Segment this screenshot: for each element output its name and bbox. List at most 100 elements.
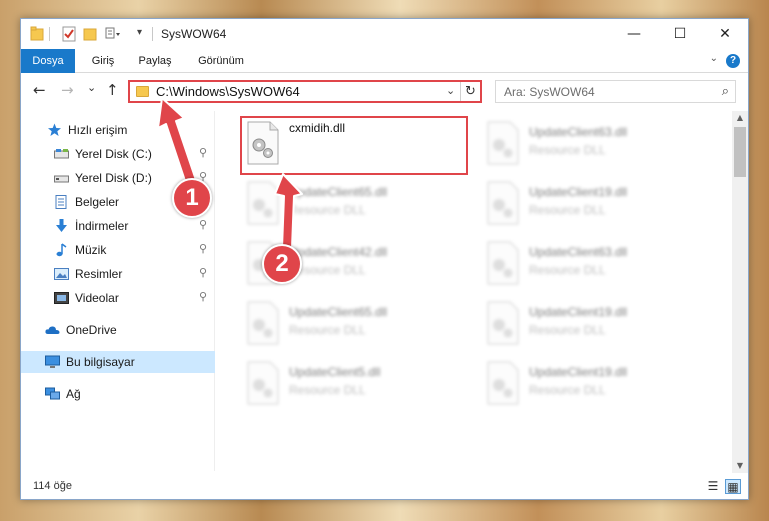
sidebar-item-downloads[interactable]: İndirmeler ⚲: [21, 215, 215, 237]
scrollbar-thumb[interactable]: [734, 127, 746, 177]
expand-ribbon-icon[interactable]: ⌄: [710, 53, 718, 64]
dll-file-icon: [487, 241, 519, 285]
file-name: UpdateClient63.dll: [529, 245, 628, 259]
refresh-button[interactable]: ↻: [460, 82, 480, 101]
documents-icon: [55, 195, 67, 209]
quick-access-dropdown-icon[interactable]: ▾: [137, 27, 142, 38]
pin-icon: ⚲: [199, 290, 208, 303]
maximize-button[interactable]: ☐: [657, 19, 703, 49]
ribbon-tabs: Dosya Giriş Paylaş Görünüm ⌄ ?: [21, 49, 748, 73]
dll-file-icon: [487, 181, 519, 225]
pin-icon: ⚲: [199, 146, 208, 159]
pin-icon: ⚲: [199, 242, 208, 255]
dll-file-icon: [487, 121, 519, 165]
music-icon: [56, 243, 67, 257]
file-tile[interactable]: UpdateClient63.dll Resource DLL: [481, 117, 706, 175]
file-name: UpdateClient19.dll: [529, 305, 628, 319]
sidebar-item-label: İndirmeler: [75, 219, 129, 233]
quick-access-divider: [49, 27, 50, 41]
item-count: 114 öğe: [33, 480, 72, 492]
folder-icon: [136, 86, 149, 97]
customize-quick-access-icon[interactable]: [105, 26, 121, 42]
sidebar-item-label: Ağ: [66, 387, 81, 401]
dll-file-icon: [247, 361, 279, 405]
video-icon: [54, 292, 69, 304]
dll-file-icon: [247, 181, 279, 225]
file-highlight-box: [240, 116, 468, 175]
file-name: UpdateClient42.dll: [289, 245, 388, 259]
scroll-up-icon[interactable]: ▲: [732, 111, 748, 125]
file-type: Resource DLL: [529, 323, 606, 337]
properties-icon[interactable]: [62, 26, 76, 42]
back-button[interactable]: ←: [33, 82, 46, 98]
sidebar-item-label: Müzik: [75, 243, 107, 257]
file-type: Resource DLL: [529, 143, 606, 157]
file-name: UpdateClient19.dll: [529, 185, 628, 199]
scroll-down-icon[interactable]: ▼: [732, 459, 748, 473]
forward-button[interactable]: →: [61, 82, 74, 98]
sidebar-item-videos[interactable]: Videolar ⚲: [21, 287, 215, 309]
file-type: Resource DLL: [529, 383, 606, 397]
file-tile[interactable]: UpdateClient65.dll Resource DLL: [241, 177, 466, 235]
address-path[interactable]: C:\Windows\SysWOW64: [156, 84, 300, 99]
tab-share[interactable]: Paylaş: [133, 49, 177, 73]
file-name: UpdateClient5.dll: [289, 365, 381, 379]
recent-locations-button[interactable]: ⌄: [87, 80, 96, 96]
pin-icon: ⚲: [199, 266, 208, 279]
tab-file[interactable]: Dosya: [21, 49, 75, 73]
minimize-button[interactable]: —: [611, 19, 657, 49]
dll-file-icon: [487, 301, 519, 345]
sidebar-item-label: Yerel Disk (C:): [75, 147, 152, 161]
pictures-icon: [54, 268, 69, 280]
new-folder-icon[interactable]: [83, 26, 97, 42]
sidebar-item-music[interactable]: Müzik ⚲: [21, 239, 215, 261]
file-type: Resource DLL: [289, 383, 366, 397]
file-type: Resource DLL: [289, 323, 366, 337]
status-bar: 114 öğe ☰ ▦: [21, 475, 748, 499]
file-tile[interactable]: UpdateClient19.dll Resource DLL: [481, 297, 706, 355]
sidebar-item-label: Resimler: [75, 267, 123, 281]
navigation-pane: Hızlı erişim Yerel Disk (C:) ⚲ Yerel Dis…: [21, 111, 215, 471]
sidebar-item-onedrive[interactable]: OneDrive: [21, 319, 215, 341]
large-icons-view-icon[interactable]: ▦: [725, 479, 741, 494]
file-explorer-window: ▾ SysWOW64 — ☐ ✕ Dosya Giriş Paylaş Görü…: [20, 18, 749, 500]
file-tile[interactable]: UpdateClient19.dll Resource DLL: [481, 357, 706, 415]
sidebar-item-label: OneDrive: [66, 323, 117, 337]
sidebar-item-this-pc[interactable]: Bu bilgisayar: [21, 351, 215, 373]
tab-home[interactable]: Giriş: [83, 49, 123, 73]
sidebar-item-label: Bu bilgisayar: [66, 355, 135, 369]
file-tile[interactable]: UpdateClient65.dll Resource DLL: [241, 297, 466, 355]
file-tile[interactable]: UpdateClient63.dll Resource DLL: [481, 237, 706, 295]
window-title: SysWOW64: [161, 27, 227, 41]
close-button[interactable]: ✕: [702, 19, 748, 49]
title-bar: ▾ SysWOW64 — ☐ ✕: [21, 19, 748, 49]
tab-view[interactable]: Görünüm: [191, 49, 251, 73]
search-icon[interactable]: ⌕: [722, 84, 729, 99]
up-button[interactable]: ↑: [106, 82, 119, 98]
drive-icon: [54, 175, 69, 183]
file-tile[interactable]: UpdateClient5.dll Resource DLL: [241, 357, 466, 415]
network-icon: [45, 387, 60, 400]
title-divider: [152, 27, 153, 41]
sidebar-item-pictures[interactable]: Resimler ⚲: [21, 263, 215, 285]
pin-icon: ⚲: [199, 218, 208, 231]
step-2-badge: 2: [262, 244, 302, 284]
search-input[interactable]: Ara: SysWOW64: [504, 85, 595, 99]
details-view-icon[interactable]: ☰: [705, 479, 721, 494]
file-type: Resource DLL: [529, 203, 606, 217]
sidebar-item-label: Yerel Disk (D:): [75, 171, 152, 185]
file-name: UpdateClient19.dll: [529, 365, 628, 379]
sidebar-item-network[interactable]: Ağ: [21, 383, 215, 405]
sidebar-item-quick-access[interactable]: Hızlı erişim: [21, 119, 215, 141]
address-bar[interactable]: C:\Windows\SysWOW64 ⌄ ↻: [128, 80, 482, 103]
help-icon[interactable]: ?: [726, 54, 740, 68]
navigation-bar: ← → ⌄ ↑ C:\Windows\SysWOW64 ⌄ ↻ Ara: Sys…: [21, 74, 748, 108]
drive-icon: [54, 149, 69, 159]
dll-file-icon: [247, 301, 279, 345]
address-dropdown-icon[interactable]: ⌄: [446, 84, 455, 97]
sidebar-item-drive-c[interactable]: Yerel Disk (C:) ⚲: [21, 143, 215, 165]
step-1-badge: 1: [172, 178, 212, 218]
vertical-scrollbar[interactable]: ▲ ▼: [732, 111, 748, 473]
file-tile[interactable]: UpdateClient19.dll Resource DLL: [481, 177, 706, 235]
search-box[interactable]: Ara: SysWOW64 ⌕: [495, 80, 736, 103]
